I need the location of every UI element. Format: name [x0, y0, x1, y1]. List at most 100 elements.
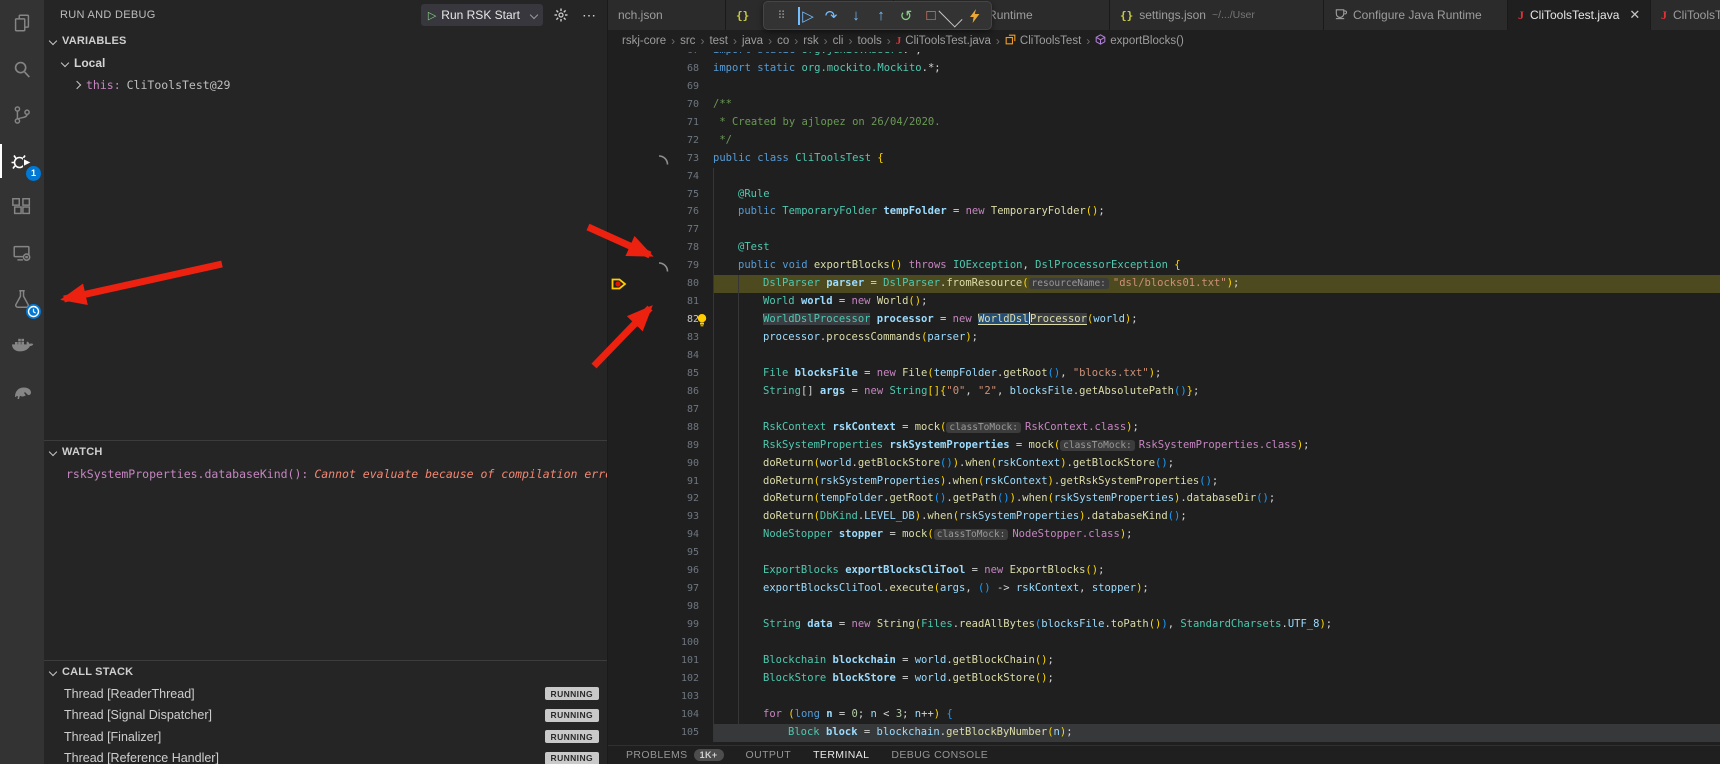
code-line-93[interactable]: 93doReturn(DbKind.LEVEL_DB).when(rskSyst… [608, 508, 1720, 526]
breakpoint-current-line-icon[interactable] [611, 276, 629, 292]
stop-button[interactable]: □ [920, 5, 942, 27]
code-line-101[interactable]: 101Blockchain blockchain = world.getBloc… [608, 652, 1720, 670]
tab-configure-java-runtime[interactable]: Configure Java Runtime [1324, 0, 1508, 30]
code-line-98[interactable]: 98 [608, 598, 1720, 616]
code-line-89[interactable]: 89RskSystemProperties rskSystemPropertie… [608, 437, 1720, 455]
call-stack-thread-row[interactable]: Thread [Finalizer]RUNNING [44, 726, 607, 748]
code-line-95[interactable]: 95 [608, 544, 1720, 562]
code-line-96[interactable]: 96ExportBlocks exportBlocksCliTool = new… [608, 562, 1720, 580]
code-line-68[interactable]: 68import static org.mockito.Mockito.*; [608, 60, 1720, 78]
code-line-82[interactable]: 82WorldDslProcessor processor = new Worl… [608, 311, 1720, 329]
panel-tab-output[interactable]: OUTPUT [746, 749, 792, 761]
code-line-69[interactable]: 69 [608, 78, 1720, 96]
code-token: , [1023, 259, 1036, 271]
code-line-97[interactable]: 97exportBlocksCliTool.execute(args, () -… [608, 580, 1720, 598]
tab-clitoolstest-java[interactable]: JCliToolsTest.java✕ [1508, 0, 1651, 30]
code-line-105[interactable]: 105Block block = blockchain.getBlockByNu… [608, 724, 1720, 742]
code-line-87[interactable]: 87 [608, 401, 1720, 419]
docker-activity-item[interactable] [0, 322, 44, 368]
hot-code-replace-button[interactable] [963, 5, 985, 27]
breadcrumb-item[interactable]: CliToolsTest [1005, 34, 1081, 48]
code-line-91[interactable]: 91doReturn(rskSystemProperties).when(rsk… [608, 473, 1720, 491]
code-line-73[interactable]: 73public class CliToolsTest { [608, 150, 1720, 168]
testing-flask-activity-item[interactable] [0, 276, 44, 322]
code-line-76[interactable]: 76public TemporaryFolder tempFolder = ne… [608, 203, 1720, 221]
call-stack-section-header[interactable]: CALL STACK [44, 661, 607, 683]
breadcrumb-item[interactable]: src [680, 35, 695, 47]
watch-section-header[interactable]: WATCH [44, 441, 607, 463]
code-line-99[interactable]: 99String data = new String(Files.readAll… [608, 616, 1720, 634]
breadcrumb-item[interactable]: co [777, 35, 789, 47]
code-line-84[interactable]: 84 [608, 347, 1720, 365]
code-line-88[interactable]: 88RskContext rskContext = mock(classToMo… [608, 419, 1720, 437]
code-line-100[interactable]: 100 [608, 634, 1720, 652]
explorer-activity-item[interactable] [0, 0, 44, 46]
breadcrumb-item[interactable]: JCliToolsTest.java [896, 35, 991, 47]
code-line-86[interactable]: 86String[] args = new String[]{"0", "2",… [608, 383, 1720, 401]
step-out-button[interactable]: ↑ [870, 5, 892, 27]
code-token: execute [889, 582, 933, 594]
gradle-activity-item[interactable] [0, 368, 44, 414]
panel-tab-terminal[interactable]: TERMINAL [813, 749, 869, 761]
step-over-button[interactable]: ↷ [820, 5, 842, 27]
code-line-104[interactable]: 104for (long n = 0; n < 3; n++) { [608, 706, 1720, 724]
code-line-72[interactable]: 72 */ [608, 132, 1720, 150]
variable-row[interactable]: this:CliToolsTest@29 [44, 74, 607, 96]
indent-guide [713, 365, 714, 383]
stop-dropdown-chevron-icon[interactable] [938, 3, 962, 27]
code-line-75[interactable]: 75@Rule [608, 186, 1720, 204]
tab-settings-json[interactable]: {}settings.json~/.../User [1110, 0, 1324, 30]
indent-guide [738, 347, 739, 365]
call-stack-thread-row[interactable]: Thread [Reference Handler]RUNNING [44, 748, 607, 764]
code-token: blockchain [833, 654, 896, 666]
watch-expression-row[interactable]: rskSystemProperties.databaseKind():Canno… [44, 463, 607, 485]
code-line-92[interactable]: 92doReturn(tempFolder.getRoot().getPath(… [608, 490, 1720, 508]
gear-icon[interactable] [551, 5, 571, 25]
code-line-94[interactable]: 94NodeStopper stopper = mock(classToMock… [608, 526, 1720, 544]
breadcrumb-item[interactable]: tools [857, 35, 881, 47]
breadcrumb-item[interactable]: rsk [803, 35, 818, 47]
breadcrumb-item[interactable]: test [709, 35, 728, 47]
panel-tab-problems[interactable]: PROBLEMS1K+ [626, 749, 724, 761]
code-line-74[interactable]: 74 [608, 168, 1720, 186]
remote-explorer-activity-item[interactable] [0, 230, 44, 276]
panel-tab-debug-console[interactable]: DEBUG CONSOLE [891, 749, 988, 761]
code-line-78[interactable]: 78@Test [608, 239, 1720, 257]
code-line-80[interactable]: 80DslParser parser = DslParser.fromResou… [608, 275, 1720, 293]
code-line-83[interactable]: 83processor.processCommands(parser); [608, 329, 1720, 347]
breadcrumb-item[interactable]: rskj-core [622, 35, 666, 47]
more-actions-icon[interactable]: ⋯ [579, 5, 599, 25]
call-stack-thread-row[interactable]: Thread [Signal Dispatcher]RUNNING [44, 705, 607, 727]
code-line-90[interactable]: 90doReturn(world.getBlockStore()).when(r… [608, 455, 1720, 473]
code-line-81[interactable]: 81World world = new World(); [608, 293, 1720, 311]
breadcrumb-item[interactable]: cli [833, 35, 844, 47]
code-line-text: String data = new String(Files.readAllBy… [713, 616, 1720, 634]
code-line-102[interactable]: 102BlockStore blockStore = world.getBloc… [608, 670, 1720, 688]
code-editor[interactable]: 67import static org.junit.Assert.*;68imp… [608, 52, 1720, 746]
launch-config-dropdown[interactable]: ▷ Run RSK Start [421, 4, 543, 26]
code-line-71[interactable]: 71 * Created by ajlopez on 26/04/2020. [608, 114, 1720, 132]
toolbar-drag-handle[interactable]: ⠿ [770, 5, 792, 27]
call-stack-thread-row[interactable]: Thread [ReaderThread]RUNNING [44, 683, 607, 705]
breadcrumb-item[interactable]: java [742, 35, 763, 47]
restart-button[interactable]: ↺ [895, 5, 917, 27]
variables-section-header[interactable]: VARIABLES [44, 30, 607, 52]
source-control-activity-item[interactable] [0, 92, 44, 138]
code-line-77[interactable]: 77 [608, 221, 1720, 239]
close-icon[interactable]: ✕ [1629, 7, 1640, 23]
code-line-85[interactable]: 85File blocksFile = new File(tempFolder.… [608, 365, 1720, 383]
step-into-button[interactable]: ↓ [845, 5, 867, 27]
breadcrumb-item[interactable]: exportBlocks() [1095, 34, 1184, 48]
variables-scope-local[interactable]: Local [44, 52, 607, 74]
code-line-79[interactable]: 79public void exportBlocks() throws IOEx… [608, 257, 1720, 275]
code-line-70[interactable]: 70/** [608, 96, 1720, 114]
tab-nch-json[interactable]: nch.json [608, 0, 726, 30]
code-line-67[interactable]: 67import static org.junit.Assert.*; [608, 52, 1720, 60]
extensions-activity-item[interactable] [0, 184, 44, 230]
indent-guide [738, 616, 739, 634]
tab-clitoolstest-java[interactable]: JCliToolsTest.java [1651, 0, 1720, 30]
run-debug-activity-item[interactable]: 1 [0, 138, 44, 184]
continue-button[interactable]: ▷ [795, 5, 817, 27]
search-activity-item[interactable] [0, 46, 44, 92]
code-line-103[interactable]: 103 [608, 688, 1720, 706]
